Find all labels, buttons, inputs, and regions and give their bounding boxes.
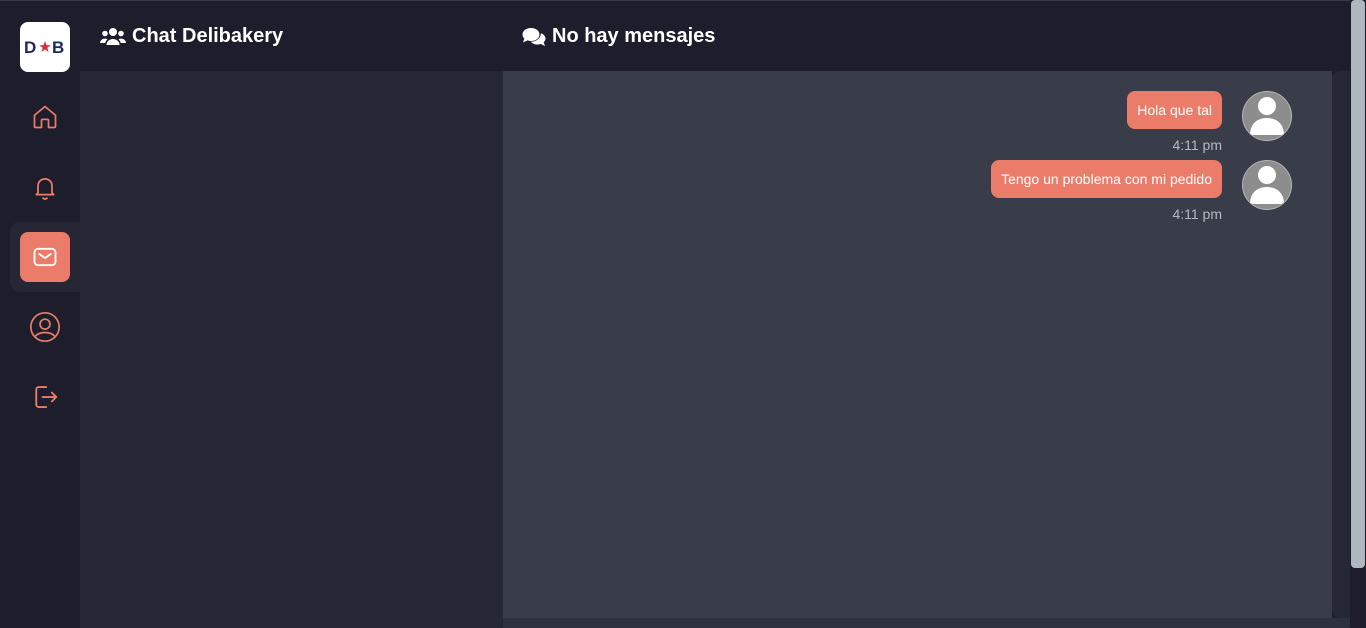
chat-list-title-text: Chat Delibakery [132, 25, 284, 47]
user-avatar-icon [1242, 91, 1292, 141]
avatar [1242, 91, 1292, 141]
page-scrollbar[interactable] [1350, 0, 1366, 628]
user-avatar-icon [1242, 160, 1292, 210]
message-item: Tengo un problema con mi pedido 4:11 pm [991, 160, 1222, 222]
user-circle-icon [29, 311, 61, 343]
sidebar-item-logout[interactable] [20, 372, 70, 422]
bell-icon [35, 177, 55, 200]
sidebar-item-profile[interactable] [20, 302, 70, 352]
avatar [1242, 160, 1292, 210]
comments-icon [522, 27, 546, 46]
sidebar-item-notifications[interactable] [20, 162, 70, 212]
logo-text-left: D [24, 38, 36, 57]
sidebar: D B [0, 0, 80, 628]
logo[interactable]: D B [20, 22, 70, 72]
conversation-title: No hay mensajes [522, 25, 715, 48]
message-bubble: Hola que tal [1127, 91, 1222, 129]
sidebar-item-messages[interactable] [20, 232, 70, 282]
sidebar-item-home[interactable] [20, 92, 70, 142]
message-time: 4:11 pm [1172, 137, 1222, 153]
message-item: Hola que tal 4:11 pm [1127, 91, 1222, 153]
star-icon [39, 41, 51, 52]
logo-mark: D B [24, 38, 64, 57]
conversation-title-text: No hay mensajes [552, 25, 716, 47]
message-time: 4:11 pm [1172, 206, 1222, 222]
chat-list-title: Chat Delibakery [100, 25, 283, 48]
header: Chat Delibakery No hay mensajes [80, 0, 1350, 71]
mail-icon [33, 247, 57, 267]
app: D B Chat Delibakery No hay mensajes Hola… [0, 0, 1366, 628]
logo-text-right: B [52, 38, 64, 57]
conversation-list [80, 71, 503, 628]
home-icon [33, 105, 57, 129]
chat-scrollbar[interactable] [1332, 71, 1350, 618]
users-icon [100, 27, 126, 45]
logout-icon [35, 386, 58, 408]
message-bubble: Tengo un problema con mi pedido [991, 160, 1222, 198]
page-scrollbar-thumb[interactable] [1351, 0, 1365, 568]
chat-messages-area: Hola que tal 4:11 pm Tengo un problema c… [503, 71, 1332, 618]
chat-footer-strip [503, 618, 1350, 628]
